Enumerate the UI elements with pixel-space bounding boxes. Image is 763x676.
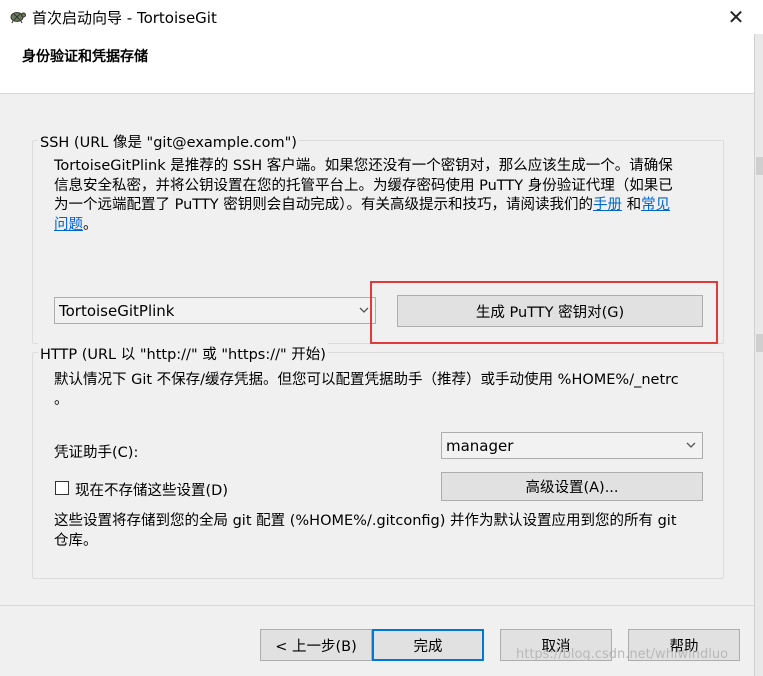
back-button[interactable]: < 上一步(B) [260, 629, 372, 661]
ssh-client-value: TortoiseGitPlink [59, 302, 175, 320]
credential-helper-label: 凭证助手(C): [54, 445, 139, 461]
generate-putty-key-button[interactable]: 生成 PuTTY 密钥对(G) [397, 295, 703, 327]
watermark-text: https://blog.csdn.net/whiwindluo [516, 647, 729, 662]
window-title: 首次启动向导 - TortoiseGit [32, 9, 217, 27]
footer-divider [0, 605, 754, 606]
http-group-label: HTTP (URL 以 "http://" 或 "https://" 开始) [38, 343, 328, 364]
finish-button[interactable]: 完成 [372, 629, 484, 661]
ssh-group-label: SSH (URL 像是 "git@example.com") [38, 131, 299, 152]
http-note: 这些设置将存储到您的全局 git 配置 (%HOME%/.gitconfig) … [54, 512, 714, 551]
ssh-desc-line: 为一个远端配置了 PuTTY 密钥则会自动完成）。有关高级提示和技巧，请阅读我们… [54, 197, 593, 213]
ssh-desc-end: 。 [83, 216, 98, 233]
dont-store-label[interactable]: 现在不存储这些设置(D) [75, 479, 228, 500]
page-title: 身份验证和凭据存储 [22, 49, 148, 65]
http-description: 默认情况下 Git 不保存/缓存凭据。但您可以配置凭据助手（推荐）或手动使用 %… [54, 371, 714, 410]
edge-mark [756, 157, 763, 175]
ssh-description: TortoiseGitPlink 是推荐的 SSH 客户端。如果您还没有一个密钥… [54, 157, 714, 235]
tortoise-icon [10, 12, 26, 24]
http-desc-line: 。 [54, 391, 69, 408]
credential-helper-value: manager [446, 437, 514, 455]
http-note-line: 这些设置将存储到您的全局 git 配置 (%HOME%/.gitconfig) … [54, 513, 677, 529]
close-icon: ✕ [727, 5, 745, 29]
close-button[interactable]: ✕ [716, 0, 756, 34]
background-window-edge [754, 34, 763, 676]
advanced-settings-button[interactable]: 高级设置(A)... [441, 472, 703, 501]
page-header: 身份验证和凭据存储 [0, 34, 754, 94]
faq-link[interactable]: 常见 [641, 197, 670, 213]
edge-mark [756, 334, 763, 352]
faq-link-continued[interactable]: 问题 [54, 217, 83, 233]
finish-label: 完成 [413, 638, 443, 655]
credential-helper-select[interactable]: manager [441, 432, 703, 459]
http-note-line: 仓库。 [54, 532, 98, 549]
advanced-settings-label: 高级设置(A)... [525, 480, 619, 496]
back-label: < 上一步(B) [275, 638, 357, 655]
ssh-client-select[interactable]: TortoiseGitPlink [54, 297, 376, 324]
ssh-desc-line: TortoiseGitPlink 是推荐的 SSH 客户端。如果您还没有一个密钥… [54, 158, 673, 174]
chevron-down-icon [686, 442, 696, 448]
chevron-down-icon [359, 307, 369, 313]
dont-store-checkbox[interactable] [55, 481, 69, 495]
ssh-desc-line: 信息安全私密，并将公钥设置在您的托管平台上。为缓存密码使用 PuTTY 身份验证… [54, 177, 673, 194]
and-text: 和 [621, 197, 642, 213]
manual-link[interactable]: 手册 [593, 197, 622, 213]
title-bar: 首次启动向导 - TortoiseGit ✕ [0, 0, 763, 34]
http-desc-line: 默认情况下 Git 不保存/缓存凭据。但您可以配置凭据助手（推荐）或手动使用 %… [54, 372, 679, 388]
generate-putty-key-label: 生成 PuTTY 密钥对(G) [475, 304, 625, 321]
